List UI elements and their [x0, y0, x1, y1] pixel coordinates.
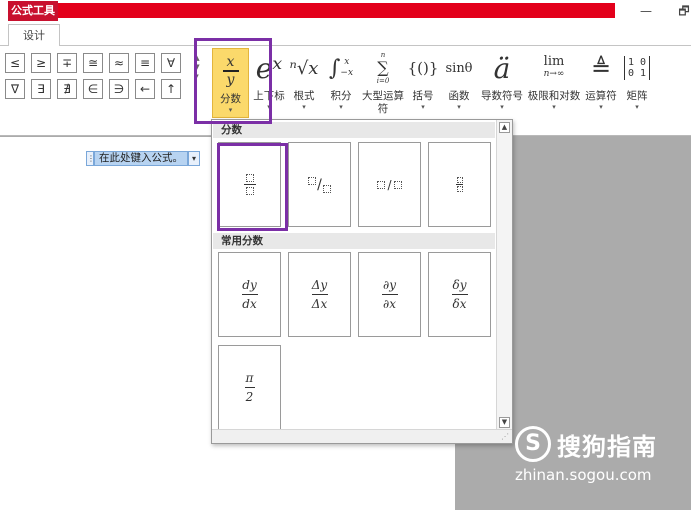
- accent-button[interactable]: ä 导数符号 ▾: [478, 46, 526, 112]
- common-fraction-partial-y-partial-x[interactable]: ∂y ∂x: [358, 252, 421, 337]
- symbol-button[interactable]: ←: [135, 79, 155, 99]
- chevron-down-icon: ▾: [421, 103, 425, 111]
- limit-log-button[interactable]: lim n→∞ 极限和对数 ▾: [526, 46, 582, 112]
- chevron-down-icon: ▾: [500, 103, 504, 111]
- matrix-button[interactable]: 1 00 1 矩阵 ▾: [621, 46, 653, 112]
- script-icon: eˣ: [255, 51, 283, 85]
- bracket-button[interactable]: {()} 括号 ▾: [406, 46, 440, 112]
- large-operator-label: 大型运算符: [362, 90, 404, 115]
- symbol-button[interactable]: ↑: [161, 79, 181, 99]
- symbol-button[interactable]: ≡: [135, 53, 155, 73]
- accent-icon: ä: [493, 51, 511, 85]
- equation-placeholder[interactable]: ⋮ 在此处键入公式。 ▾: [86, 151, 200, 166]
- operator-label: 运算符: [585, 90, 617, 102]
- function-button[interactable]: sinθ 函数 ▾: [443, 46, 475, 112]
- symbol-button[interactable]: ∀: [161, 53, 181, 73]
- symbol-gallery: ≤ ≥ ∓ ≅ ≈ ≡ ∀ ∇ ∃ ∄ ∈ ∋ ← ↑: [5, 53, 181, 99]
- chevron-down-icon: ▾: [302, 103, 306, 111]
- section-header-common-fractions: 常用分数: [213, 233, 495, 249]
- function-icon: sinθ: [445, 60, 473, 76]
- radical-label: 根式: [293, 90, 315, 102]
- common-fraction-small-delta-y-x[interactable]: δy δx: [428, 252, 491, 337]
- symbol-button[interactable]: ∇: [5, 79, 25, 99]
- stacked-fraction-icon: [243, 174, 256, 195]
- fraction-gallery-dropdown: 分数 / / 常用分数 dy dx Δy Δx ∂y ∂x δy δx π 2 …: [211, 119, 513, 444]
- symbol-button[interactable]: ∓: [57, 53, 77, 73]
- scroll-up-arrow-icon[interactable]: ▲: [499, 122, 510, 133]
- skewed-fraction-icon: /: [308, 176, 331, 193]
- bracket-icon: {()}: [407, 59, 439, 77]
- symbol-button[interactable]: ≥: [31, 53, 51, 73]
- equation-tools-context-tab[interactable]: 公式工具: [8, 1, 58, 21]
- restore-button[interactable]: 🗗: [672, 2, 691, 20]
- large-operator-button[interactable]: n ∑ i=0 大型运算符: [360, 46, 406, 115]
- gallery-resize-grip[interactable]: ⋰: [212, 429, 512, 443]
- title-accent-bar: [58, 3, 615, 18]
- equation-options-button[interactable]: ▾: [188, 151, 200, 166]
- tab-design[interactable]: 设计: [8, 24, 60, 47]
- operator-icon: ≜: [590, 54, 612, 82]
- small-fraction-option[interactable]: [428, 142, 491, 227]
- minimize-button[interactable]: —: [634, 2, 658, 20]
- matrix-label: 矩阵: [626, 90, 648, 102]
- chevron-down-icon: ▾: [599, 103, 603, 111]
- watermark-url: zhinan.sogou.com: [515, 466, 652, 484]
- chevron-down-icon: ▾: [228, 106, 233, 114]
- fraction-icon: x y: [213, 49, 248, 93]
- scroll-down-arrow-icon[interactable]: ▼: [499, 417, 510, 428]
- gallery-scrollbar[interactable]: ▲ ▼: [496, 120, 512, 430]
- chevron-down-icon: ▾: [552, 103, 556, 111]
- symbol-button[interactable]: ∄: [57, 79, 77, 99]
- script-button[interactable]: eˣ 上下标 ▾: [251, 46, 287, 112]
- skewed-fraction-option[interactable]: /: [288, 142, 351, 227]
- integral-label: 积分: [330, 90, 352, 102]
- sogou-logo-icon: S: [515, 426, 551, 462]
- radical-icon: ⁿ√x: [289, 57, 319, 79]
- equation-placeholder-text[interactable]: 在此处键入公式。: [94, 151, 188, 166]
- common-fraction-pi-over-2[interactable]: π2: [218, 345, 281, 430]
- radical-button[interactable]: ⁿ√x 根式 ▾: [289, 46, 319, 112]
- bracket-label: 括号: [412, 90, 434, 102]
- chevron-down-icon: ▾: [267, 103, 271, 111]
- integral-icon: ∫ x −x: [328, 55, 354, 81]
- accent-label: 导数符号: [481, 90, 523, 102]
- common-fraction-dy-dx[interactable]: dy dx: [218, 252, 281, 337]
- chevron-down-icon: ▾: [457, 103, 461, 111]
- symbol-button[interactable]: ≅: [83, 53, 103, 73]
- watermark-name: 搜狗指南: [557, 433, 657, 461]
- integral-button[interactable]: ∫ x −x 积分 ▾: [325, 46, 357, 112]
- symbol-gallery-scroll[interactable]: ▲ ▼ ▾: [193, 54, 201, 99]
- linear-fraction-icon: /: [377, 178, 402, 192]
- script-label: 上下标: [253, 90, 285, 102]
- linear-fraction-option[interactable]: /: [358, 142, 421, 227]
- ribbon-tab-row: 设计: [0, 22, 691, 47]
- title-bar: 公式工具 — 🗗: [0, 0, 691, 22]
- operator-button[interactable]: ≜ 运算符 ▾: [583, 46, 619, 112]
- symbol-button[interactable]: ≈: [109, 53, 129, 73]
- limit-log-label: 极限和对数: [527, 90, 581, 102]
- small-fraction-icon: [456, 177, 463, 192]
- limit-icon: lim n→∞: [543, 54, 565, 79]
- symbol-button[interactable]: ≤: [5, 53, 25, 73]
- summation-icon: n ∑ i=0: [376, 51, 390, 85]
- fraction-label: 分数: [220, 93, 241, 105]
- chevron-down-icon: ▾: [339, 103, 343, 111]
- section-header-fractions: 分数: [213, 122, 495, 138]
- symbol-button[interactable]: ∃: [31, 79, 51, 99]
- function-label: 函数: [448, 90, 470, 102]
- fraction-button[interactable]: x y 分数 ▾: [212, 48, 249, 118]
- common-fraction-delta-y-delta-x[interactable]: Δy Δx: [288, 252, 351, 337]
- equation-grip-handle[interactable]: ⋮: [86, 151, 95, 166]
- chevron-down-icon: ▾: [635, 103, 639, 111]
- matrix-icon: 1 00 1: [621, 46, 653, 90]
- symbol-button[interactable]: ∋: [109, 79, 129, 99]
- stacked-fraction-option[interactable]: [218, 142, 281, 227]
- symbol-button[interactable]: ∈: [83, 79, 103, 99]
